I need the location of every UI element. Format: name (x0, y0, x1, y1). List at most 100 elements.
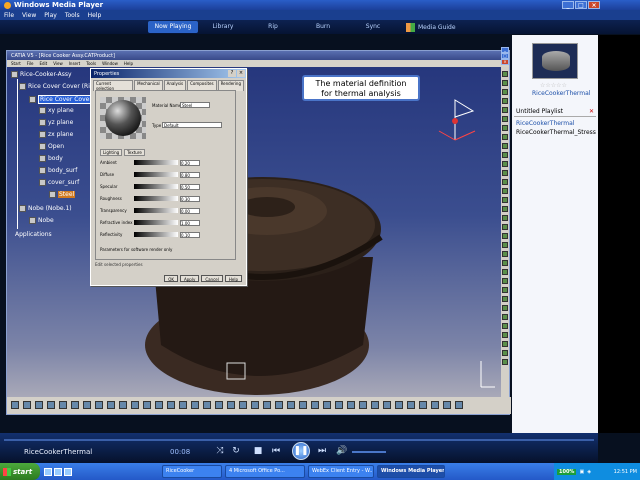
tree-zx-plane[interactable]: zx plane (39, 131, 73, 138)
tool-icon[interactable] (502, 242, 508, 248)
catia-menu-help[interactable]: Help (124, 61, 133, 66)
tree-applications[interactable]: Applications (15, 231, 52, 238)
taskbar-button-wmp[interactable]: Windows Media Player (377, 465, 445, 478)
3d-viewport[interactable] (7, 67, 503, 397)
reflectivity-slider[interactable] (134, 232, 178, 237)
tool-icon[interactable] (443, 401, 451, 409)
tool-icon[interactable] (502, 314, 508, 320)
tool-icon[interactable] (502, 323, 508, 329)
taskbar-button-webex[interactable]: WebEx Client Entry - W... (308, 465, 374, 478)
tool-icon[interactable] (502, 125, 508, 131)
tool-icon[interactable] (502, 251, 508, 257)
tree-xy-plane[interactable]: xy plane (39, 107, 74, 114)
tool-icon[interactable] (323, 401, 331, 409)
material-name-field[interactable]: Steel (180, 102, 210, 108)
tool-icon[interactable] (287, 401, 295, 409)
tool-icon[interactable] (502, 170, 508, 176)
tool-icon[interactable] (502, 71, 508, 77)
tool-icon[interactable] (203, 401, 211, 409)
tree-nobe-instance[interactable]: Nobe (Nobe.1) (19, 205, 72, 212)
catia-menu-insert[interactable]: Insert (69, 61, 80, 66)
tool-icon[interactable] (502, 278, 508, 284)
tool-icon[interactable] (502, 134, 508, 140)
tool-icon[interactable] (502, 206, 508, 212)
tool-icon[interactable] (502, 116, 508, 122)
tool-icon[interactable] (311, 401, 319, 409)
clear-playlist-icon[interactable]: ✕ (589, 108, 594, 115)
maximize-icon[interactable]: □ (575, 1, 587, 9)
tool-icon[interactable] (502, 161, 508, 167)
tree-steel-material[interactable]: Steel (49, 191, 76, 198)
tool-icon[interactable] (502, 359, 508, 365)
dialog-close-icon[interactable]: × (237, 70, 245, 77)
tool-icon[interactable] (299, 401, 307, 409)
tool-icon[interactable] (191, 401, 199, 409)
tool-icon[interactable] (107, 401, 115, 409)
tree-nobe[interactable]: Nobe (29, 217, 54, 224)
tool-icon[interactable] (179, 401, 187, 409)
tool-icon[interactable] (502, 188, 508, 194)
start-button[interactable]: start (0, 463, 40, 480)
menu-play[interactable]: Play (44, 12, 57, 19)
tab-burn[interactable]: Burn (298, 21, 348, 33)
tool-icon[interactable] (502, 107, 508, 113)
tool-icon[interactable] (47, 401, 55, 409)
tree-root[interactable]: Rice-Cooker-Assy (11, 71, 72, 78)
catia-menu-start[interactable]: Start (11, 61, 21, 66)
specular-slider[interactable] (134, 184, 178, 189)
tool-icon[interactable] (502, 152, 508, 158)
tab-media-guide[interactable]: Media Guide (406, 22, 456, 32)
tab-rip[interactable]: Rip (248, 21, 298, 33)
tool-icon[interactable] (502, 233, 508, 239)
menu-view[interactable]: View (22, 12, 36, 19)
subtab-lighting[interactable]: Lighting (100, 149, 123, 156)
tool-icon[interactable] (407, 401, 415, 409)
tool-icon[interactable] (502, 341, 508, 347)
menu-file[interactable]: File (4, 12, 14, 19)
tree-open-body[interactable]: Open (39, 143, 64, 150)
tab-sync[interactable]: Sync (348, 21, 398, 33)
tree-body[interactable]: body (39, 155, 63, 162)
tree-yz-plane[interactable]: yz plane (39, 119, 73, 126)
tool-icon[interactable] (431, 401, 439, 409)
tool-icon[interactable] (502, 287, 508, 293)
tree-cover-surf[interactable]: cover_surf (39, 179, 79, 186)
tool-icon[interactable] (502, 89, 508, 95)
tool-icon[interactable] (335, 401, 343, 409)
tool-icon[interactable] (502, 296, 508, 302)
minimize-icon[interactable]: _ (562, 1, 574, 9)
tool-icon[interactable] (419, 401, 427, 409)
playlist-name[interactable]: Untitled Playlist (516, 108, 563, 115)
ok-button[interactable]: OK (164, 275, 179, 282)
tool-icon[interactable] (502, 197, 508, 203)
tool-icon[interactable] (239, 401, 247, 409)
transparency-slider[interactable] (134, 208, 178, 213)
stop-icon[interactable]: ■ (252, 445, 264, 457)
play-pause-button[interactable]: ❚❚ (292, 442, 310, 460)
catia-menu-file[interactable]: File (27, 61, 34, 66)
tool-icon[interactable] (131, 401, 139, 409)
tree-body-surf[interactable]: body_surf (39, 167, 77, 174)
media-icon[interactable] (64, 467, 72, 476)
tool-icon[interactable] (263, 401, 271, 409)
tool-icon[interactable] (502, 215, 508, 221)
tool-icon[interactable] (119, 401, 127, 409)
tool-icon[interactable] (502, 305, 508, 311)
volume-slider[interactable] (352, 451, 386, 453)
battery-indicator[interactable]: 100% (557, 468, 577, 475)
tool-icon[interactable] (251, 401, 259, 409)
compass-icon[interactable] (435, 95, 485, 145)
tool-icon[interactable] (59, 401, 67, 409)
playlist-item[interactable]: RiceCookerThermal_Stress (516, 129, 596, 136)
tab-now-playing[interactable]: Now Playing (148, 21, 198, 33)
tab-library[interactable]: Library (198, 21, 248, 33)
tool-icon[interactable] (502, 224, 508, 230)
tool-icon[interactable] (383, 401, 391, 409)
tool-icon[interactable] (455, 401, 463, 409)
browser-icon[interactable] (54, 467, 62, 476)
menu-help[interactable]: Help (88, 12, 102, 19)
repeat-icon[interactable]: ↻ (230, 445, 242, 457)
tree-cover-instance[interactable]: Rice Cover Cover (Rice (19, 83, 97, 90)
close-icon[interactable]: × (588, 1, 600, 9)
tool-icon[interactable] (167, 401, 175, 409)
